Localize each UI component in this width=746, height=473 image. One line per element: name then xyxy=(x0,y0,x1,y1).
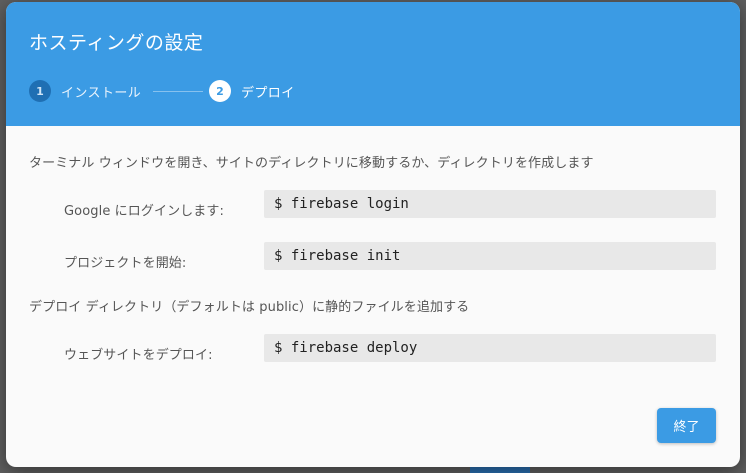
step-number-2: 2 xyxy=(209,80,231,102)
init-label: プロジェクトを開始: xyxy=(64,256,187,271)
step-install[interactable]: 1 インストール xyxy=(29,79,141,103)
background-button xyxy=(470,467,530,473)
dialog-header: ホスティングの設定 1 インストール 2 デプロイ xyxy=(6,2,740,126)
stepper: 1 インストール 2 デプロイ xyxy=(29,79,729,103)
step-deploy[interactable]: 2 デプロイ xyxy=(209,79,295,103)
step-label-install: インストール xyxy=(61,85,142,101)
init-command[interactable]: $ firebase init xyxy=(264,242,716,270)
step-number-1: 1 xyxy=(29,80,51,102)
intro-text: ターミナル ウィンドウを開き、サイトのディレクトリに移動するか、ディレクトリを作… xyxy=(29,156,594,171)
dialog-title: ホスティングの設定 xyxy=(29,32,204,54)
login-command[interactable]: $ firebase login xyxy=(264,190,716,218)
deploy-label: ウェブサイトをデプロイ: xyxy=(64,348,213,363)
login-label: Google にログインします: xyxy=(64,204,224,219)
step-label-deploy: デプロイ xyxy=(241,85,295,101)
step-connector xyxy=(153,91,203,92)
hosting-setup-dialog: ホスティングの設定 1 インストール 2 デプロイ ターミナル ウィンドウを開き… xyxy=(6,2,740,467)
deploy-text: デプロイ ディレクトリ（デフォルトは public）に静的ファイルを追加する xyxy=(29,300,470,315)
deploy-command[interactable]: $ firebase deploy xyxy=(264,334,716,362)
finish-button[interactable]: 終了 xyxy=(657,408,716,443)
